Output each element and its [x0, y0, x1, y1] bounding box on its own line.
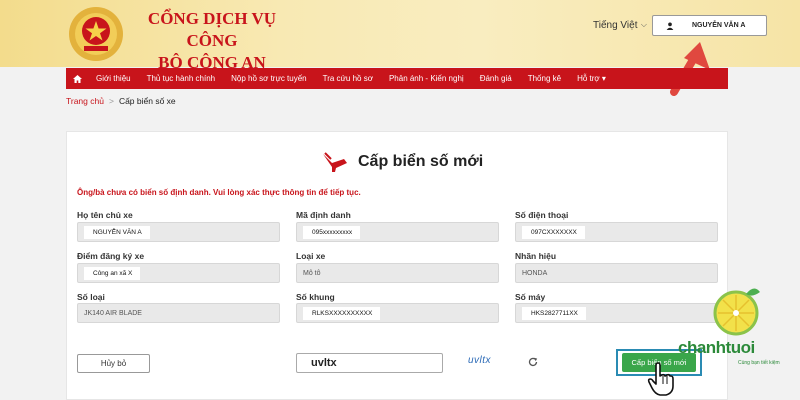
refresh-captcha-icon[interactable]: [528, 357, 538, 367]
hand-pointer-icon: [647, 362, 674, 396]
phone-label: Số điện thoại: [515, 210, 569, 220]
captcha-input[interactable]: uvltx: [296, 353, 443, 373]
owner-name-label: Họ tên chủ xe: [77, 210, 133, 220]
language-label: Tiếng Việt: [593, 19, 638, 31]
home-icon[interactable]: [66, 70, 88, 88]
lime-logo-icon: [713, 288, 760, 336]
engine-number-value: HKS2827711XX: [522, 306, 586, 320]
nav-item-gioi-thieu[interactable]: Giới thiệu: [88, 74, 139, 83]
police-emblem-logo[interactable]: [66, 4, 126, 64]
phone-value: 097CXXXXXXX: [522, 225, 585, 239]
breadcrumb-current: Cấp biển số xe: [118, 96, 176, 106]
frame-number-label: Số khung: [296, 292, 335, 302]
registration-point-field[interactable]: Công an xã X: [77, 263, 280, 283]
breadcrumb-home-link[interactable]: Trang chủ: [66, 96, 104, 106]
nav-item-ho-tro[interactable]: Hỗ trợ ▾: [569, 74, 614, 83]
nav-item-thong-ke[interactable]: Thống kê: [520, 74, 569, 83]
main-nav: Giới thiệu Thủ tục hành chính Nộp hồ sơ …: [66, 68, 728, 89]
site-title-line1: CỔNG DỊCH VỤ CÔNG: [147, 9, 277, 50]
phone-field[interactable]: 097CXXXXXXX: [515, 222, 718, 242]
id-number-value: 095xxxxxxxxx: [303, 225, 361, 239]
breadcrumb: Trang chủ > Cấp biển số xe: [66, 96, 176, 106]
form-title: Cấp biển số mới: [322, 151, 483, 173]
breadcrumb-separator: >: [108, 96, 114, 106]
model-field[interactable]: JK140 AIR BLADE: [77, 303, 280, 323]
owner-name-field[interactable]: NGUYỄN VĂN A: [77, 222, 280, 242]
vehicle-type-label: Loại xe: [296, 251, 326, 261]
engine-number-label: Số máy: [515, 292, 546, 302]
warning-message: Ông/bà chưa có biển số định danh. Vui lò…: [77, 188, 361, 197]
police-pistol-icon: [323, 152, 347, 172]
registration-point-label: Điểm đăng ký xe: [77, 251, 145, 261]
owner-name-value: NGUYỄN VĂN A: [84, 225, 150, 239]
captcha-image: uvltx: [468, 355, 492, 366]
watermark-tagline: Cùng bạn tiết kiệm: [738, 360, 780, 366]
user-icon: [666, 22, 674, 30]
frame-number-value: RLKSXXXXXXXXXX: [303, 306, 381, 320]
cancel-button[interactable]: Hủy bỏ: [77, 354, 150, 373]
brand-field[interactable]: HONDA: [515, 263, 718, 283]
site-title[interactable]: CỔNG DỊCH VỤ CÔNG BỘ CÔNG AN: [132, 8, 292, 74]
language-select[interactable]: Tiếng Việt ⌵: [590, 15, 650, 35]
chevron-down-icon: ⌵: [640, 20, 647, 29]
registration-point-value: Công an xã X: [84, 266, 141, 280]
nav-item-nop-ho-so[interactable]: Nộp hồ sơ trực tuyến: [223, 74, 315, 83]
user-account-button[interactable]: NGUYỄN VĂN A: [652, 15, 767, 36]
vehicle-type-value: Mô tô: [303, 269, 321, 277]
brand-value: HONDA: [522, 269, 548, 277]
id-number-label: Mã định danh: [296, 210, 351, 220]
watermark-brand-text: chanhtuoi: [678, 338, 755, 357]
model-label: Số loại: [77, 292, 105, 302]
nav-item-danh-gia[interactable]: Đánh giá: [472, 74, 520, 83]
nav-item-thu-tuc[interactable]: Thủ tục hành chính: [139, 74, 224, 83]
nav-item-phan-anh[interactable]: Phản ánh - Kiến nghị: [381, 74, 472, 83]
frame-number-field[interactable]: RLKSXXXXXXXXXX: [296, 303, 499, 323]
model-value: JK140 AIR BLADE: [84, 309, 142, 317]
user-name: NGUYỄN VĂN A: [692, 22, 746, 29]
vehicle-type-field[interactable]: Mô tô: [296, 263, 499, 283]
id-number-field[interactable]: 095xxxxxxxxx: [296, 222, 499, 242]
form-title-text: Cấp biển số mới: [358, 153, 484, 170]
nav-item-tra-cuu[interactable]: Tra cứu hồ sơ: [315, 74, 381, 83]
brand-label: Nhãn hiệu: [515, 251, 557, 261]
